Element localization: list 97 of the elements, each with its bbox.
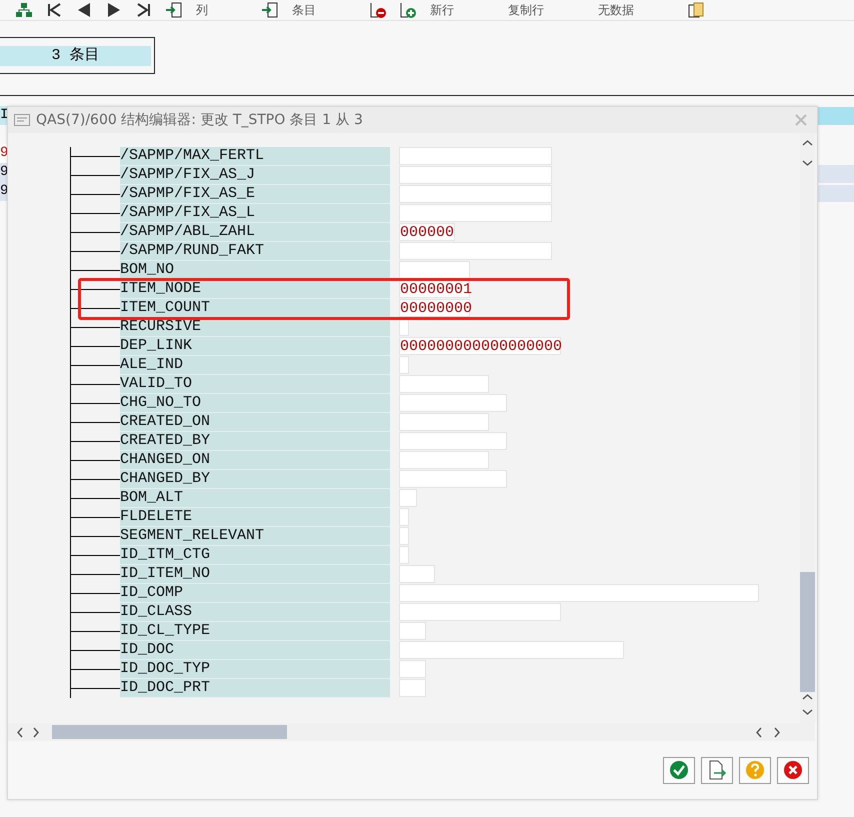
field-name: ID_ITM_CTG xyxy=(120,546,390,565)
clipboard-icon[interactable] xyxy=(688,2,704,18)
value-field[interactable] xyxy=(399,584,759,602)
cancel-icon xyxy=(783,760,803,780)
field-name: CREATED_BY xyxy=(120,432,390,451)
field-name: ID_DOC xyxy=(120,641,390,660)
value-field[interactable] xyxy=(399,356,409,374)
scroll-right-icon[interactable] xyxy=(773,726,781,738)
field-name: /SAPMP/ABL_ZAHL xyxy=(120,223,390,242)
confirm-button[interactable] xyxy=(663,756,695,784)
value-field[interactable] xyxy=(399,413,489,431)
insert-icon[interactable] xyxy=(166,2,182,18)
value-field[interactable]: 00000001 xyxy=(399,280,470,298)
last-page-icon[interactable] xyxy=(136,2,152,18)
toolbar-label[interactable]: 条目 xyxy=(292,2,316,18)
help-button[interactable] xyxy=(739,756,771,784)
window-title: QAS(7)/600 结构编辑器: 更改 T_STPO 条目 1 从 3 xyxy=(36,111,364,129)
value-field[interactable] xyxy=(399,622,426,640)
field-name: CHG_NO_TO xyxy=(120,394,390,413)
value-field[interactable] xyxy=(399,451,489,469)
table-row xyxy=(818,165,854,183)
scroll-left-icon[interactable] xyxy=(755,726,763,738)
toolbar-label[interactable]: 复制行 xyxy=(508,2,544,18)
value-field[interactable] xyxy=(399,185,552,203)
field-name: /SAPMP/FIX_AS_L xyxy=(120,204,390,223)
field-name: ID_ITEM_NO xyxy=(120,565,390,584)
field-name: /SAPMP/FIX_AS_E xyxy=(120,185,390,204)
field-name: ITEM_COUNT xyxy=(120,299,390,318)
value-field[interactable] xyxy=(399,166,552,184)
field-name: BOM_ALT xyxy=(120,489,390,508)
value-field[interactable] xyxy=(399,394,507,412)
help-icon xyxy=(745,760,765,780)
value-field[interactable] xyxy=(399,527,409,545)
check-icon xyxy=(669,760,689,780)
field-name: CHANGED_ON xyxy=(120,451,390,470)
field-name: SEGMENT_RELEVANT xyxy=(120,527,390,546)
value-field[interactable] xyxy=(399,641,624,659)
field-name: /SAPMP/MAX_FERTL xyxy=(120,147,390,166)
field-name: ID_CL_TYPE xyxy=(120,622,390,641)
field-name: DEP_LINK xyxy=(120,337,390,356)
field-name: VALID_TO xyxy=(120,375,390,394)
value-field[interactable] xyxy=(399,660,426,678)
first-page-icon[interactable] xyxy=(46,2,62,18)
value-field[interactable] xyxy=(399,375,489,393)
next-icon[interactable] xyxy=(106,2,122,18)
value-field[interactable] xyxy=(399,508,409,526)
value-field[interactable] xyxy=(399,470,507,488)
export-button[interactable] xyxy=(701,756,733,784)
value-field[interactable] xyxy=(399,147,552,165)
insert-icon[interactable] xyxy=(262,2,278,18)
scroll-left-icon[interactable] xyxy=(16,726,24,738)
count-text: 3 条目 xyxy=(0,46,151,66)
remove-row-icon[interactable] xyxy=(370,2,386,18)
value-field[interactable]: 000000 xyxy=(399,223,455,241)
toolbar-label[interactable]: 无数据 xyxy=(598,2,634,18)
table-row xyxy=(818,185,854,202)
value-field[interactable] xyxy=(399,204,552,222)
field-name: ITEM_NODE xyxy=(120,280,390,299)
value-field[interactable] xyxy=(399,432,507,450)
hierarchy-icon[interactable] xyxy=(16,2,32,18)
document-arrow-icon xyxy=(707,760,727,780)
value-field[interactable] xyxy=(399,565,435,583)
field-name: FLDELETE xyxy=(120,508,390,527)
value-field[interactable]: 000000000000000000 xyxy=(399,337,561,355)
field-name: /SAPMP/RUND_FAKT xyxy=(120,242,390,261)
scroll-down-icon[interactable] xyxy=(802,708,813,716)
value-field[interactable]: 00000000 xyxy=(399,299,470,317)
scroll-down-icon[interactable] xyxy=(802,159,813,167)
scroll-thumb[interactable] xyxy=(800,572,815,692)
add-row-icon[interactable] xyxy=(400,2,416,18)
scroll-right-icon[interactable] xyxy=(32,726,40,738)
scroll-up-icon[interactable] xyxy=(802,693,813,701)
horizontal-scrollbar[interactable] xyxy=(8,723,815,741)
close-icon[interactable] xyxy=(795,114,807,126)
field-name: ID_DOC_PRT xyxy=(120,679,390,698)
value-field[interactable] xyxy=(399,261,470,279)
window-icon xyxy=(14,114,30,126)
value-field[interactable] xyxy=(399,489,417,507)
field-name: ALE_IND xyxy=(120,356,390,375)
toolbar-label[interactable]: 新行 xyxy=(430,2,454,18)
scroll-thumb[interactable] xyxy=(52,725,287,739)
value-field[interactable] xyxy=(399,679,426,697)
cancel-button[interactable] xyxy=(777,756,809,784)
field-name: CREATED_ON xyxy=(120,413,390,432)
toolbar-label[interactable]: 列 xyxy=(196,2,208,18)
table-header-row xyxy=(818,107,854,125)
value-field[interactable] xyxy=(399,603,561,621)
field-name: ID_DOC_TYP xyxy=(120,660,390,679)
field-name: /SAPMP/FIX_AS_J xyxy=(120,166,390,185)
column-header: I xyxy=(0,106,7,125)
previous-icon[interactable] xyxy=(76,2,92,18)
field-name: ID_COMP xyxy=(120,584,390,603)
value-field[interactable] xyxy=(399,546,409,564)
scroll-up-icon[interactable] xyxy=(802,139,813,147)
field-name: ID_CLASS xyxy=(120,603,390,622)
field-name: CHANGED_BY xyxy=(120,470,390,489)
value-field[interactable] xyxy=(399,242,552,260)
